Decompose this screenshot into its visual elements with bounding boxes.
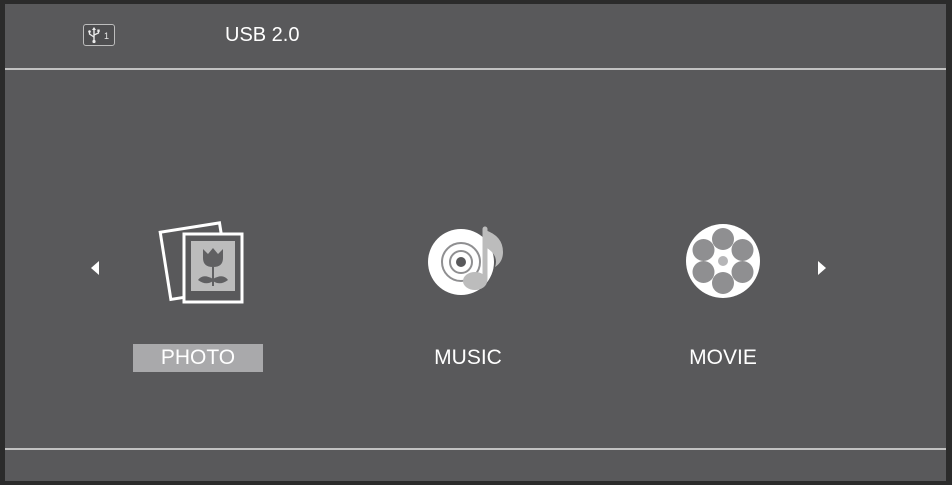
header-divider	[5, 68, 946, 70]
menu-item-label: MUSIC	[434, 346, 502, 369]
triangle-left-icon[interactable]	[88, 260, 102, 276]
media-menu-screen: 1 USB 2.0 PHOTO MUSIC MOVIE	[5, 4, 946, 481]
usb-port-number: 1	[104, 31, 110, 41]
menu-item-label: PHOTO	[133, 344, 263, 372]
menu-item-label: MOVIE	[689, 346, 757, 369]
source-title: USB 2.0	[225, 24, 300, 46]
usb-icon	[88, 27, 100, 44]
triangle-right-icon[interactable]	[815, 260, 829, 276]
photo-icon	[126, 218, 276, 310]
header-bar: 1 USB 2.0	[5, 4, 946, 68]
film-reel-icon	[648, 218, 798, 310]
footer-bar	[5, 450, 946, 481]
music-disc-icon	[393, 218, 543, 310]
usb-source-badge[interactable]: 1	[83, 24, 115, 46]
